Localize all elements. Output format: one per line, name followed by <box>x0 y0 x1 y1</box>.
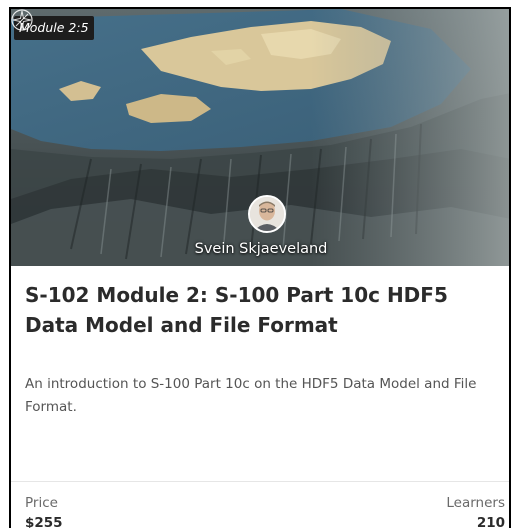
course-card[interactable]: Module 2:5 Svein Skjaeveland S-102 Modul… <box>9 7 511 528</box>
instructor-name[interactable]: Svein Skjaeveland <box>11 239 509 259</box>
avatar-photo <box>250 197 284 231</box>
course-title[interactable]: S-102 Module 2: S-100 Part 10c HDF5 Data… <box>25 280 499 340</box>
price-label: Price <box>25 495 58 511</box>
course-thumbnail[interactable]: Module 2:5 Svein Skjaeveland <box>11 9 509 266</box>
instructor-avatar[interactable] <box>248 195 286 233</box>
course-description: An introduction to S-100 Part 10c on the… <box>25 376 477 415</box>
learners-value: 210 <box>476 515 505 528</box>
learners-label: Learners <box>446 495 505 511</box>
price-value: $255 <box>25 515 63 528</box>
compass-rose-icon <box>11 9 33 31</box>
card-divider <box>11 481 509 482</box>
